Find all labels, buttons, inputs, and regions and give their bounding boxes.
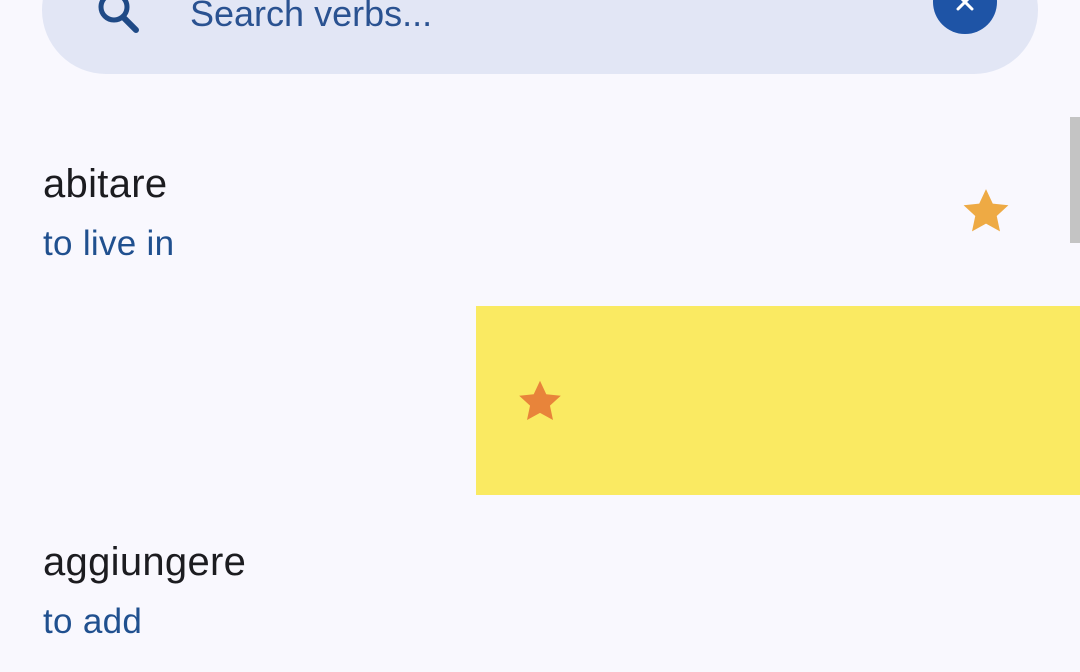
verb-translation: to live in [43, 224, 175, 263]
list-item[interactable]: aggiungere to add [0, 498, 1080, 672]
search-icon [98, 0, 139, 33]
verb-name: aggiungere [43, 540, 247, 584]
verb-list-screen: abitare to live in aggiungere to add [0, 0, 1080, 672]
verb-name: abitare [43, 162, 168, 206]
clear-search-button[interactable] [933, 0, 997, 34]
search-input[interactable] [190, 0, 890, 46]
close-icon [956, 0, 974, 11]
search-bar[interactable] [42, 0, 1038, 74]
star-icon [519, 380, 561, 420]
verb-translation: to add [43, 602, 143, 641]
star-icon[interactable] [958, 184, 1014, 240]
swipe-favorite-action[interactable] [476, 306, 1080, 495]
list-item[interactable]: abitare to live in [0, 120, 1080, 306]
